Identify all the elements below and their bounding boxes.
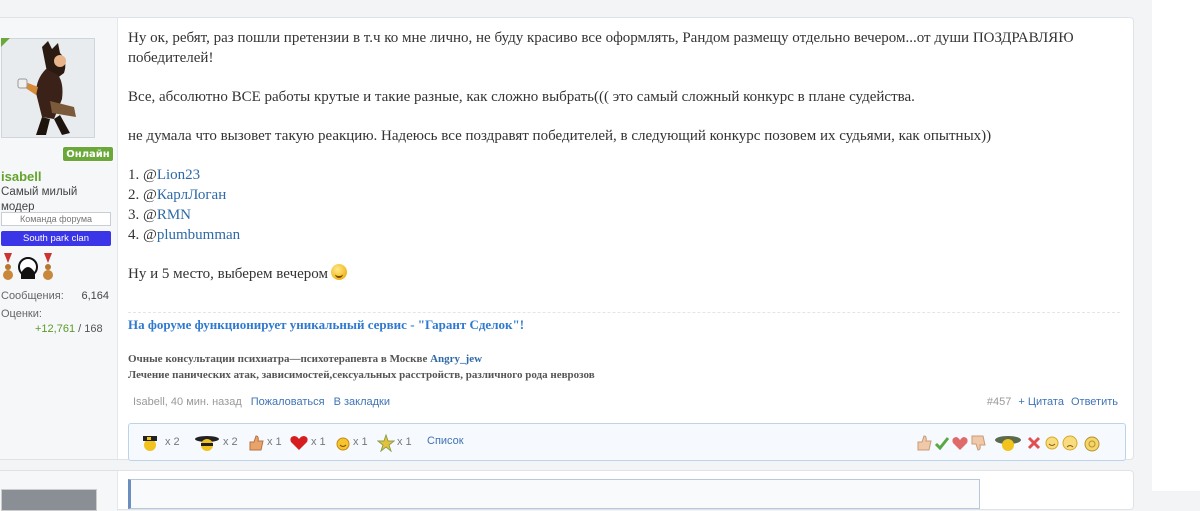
reactions-list-link[interactable]: Список — [427, 435, 464, 447]
online-badge: Онлайн — [62, 146, 114, 162]
star-icon — [376, 433, 396, 453]
clan-badge: South park clan — [1, 231, 111, 246]
heart-icon[interactable] — [951, 432, 969, 454]
smile-icon[interactable] — [1043, 432, 1061, 454]
signature-divider — [128, 312, 1120, 313]
post-actions: #457 + Цитата Ответить — [987, 396, 1118, 408]
stat-messages-value: 6,164 — [81, 290, 109, 302]
stat-ratings: Оценки: — [1, 308, 111, 320]
teddy-bear-medal-icon[interactable] — [1, 253, 15, 283]
reaction-star[interactable]: x 1 — [376, 433, 412, 453]
post-meta: Isabell, 40 мин. назад Пожаловаться В закл… — [133, 396, 390, 408]
stat-ratings-positive: +12,761 — [35, 323, 76, 335]
winner-item: 1. @Lion23 — [128, 167, 201, 183]
reactions-bar: x 2 x 2 x 1 x 1 x 1 x 1 Список — [128, 423, 1126, 461]
stat-messages: Сообщения: 6,164 — [1, 290, 111, 302]
user-medals — [1, 253, 113, 283]
like-icon[interactable] — [915, 432, 933, 454]
reaction-heart[interactable]: x 1 — [289, 434, 326, 452]
face-silhouette-medal-icon[interactable] — [17, 253, 39, 283]
laugh-smiley-icon — [336, 437, 350, 451]
team-badge: Команда форума — [1, 212, 111, 226]
reaction-police-smiley[interactable]: x 2 — [139, 434, 180, 452]
next-post-user-info — [0, 471, 118, 511]
post-paragraph: Все, абсолютно ВСЕ работы крутые и такие… — [128, 89, 915, 105]
post-message: Ну ок, ребят, раз пошли претензии в т.ч … — [128, 28, 1118, 284]
cap-smiley-icon[interactable] — [993, 432, 1023, 454]
reaction-picker — [915, 432, 1105, 454]
reaction-thumbs-up[interactable]: x 1 — [247, 434, 282, 452]
report-link[interactable]: Пожаловаться — [251, 396, 325, 408]
mention-link[interactable]: RMN — [157, 207, 191, 223]
avatar-image-icon — [2, 39, 94, 137]
winner-item: 4. @plumbumman — [128, 227, 241, 243]
heart-icon — [290, 436, 308, 450]
dislike-icon[interactable] — [969, 432, 987, 454]
user-title: Самый милый модер — [1, 186, 78, 213]
winner-item: 2. @КарлЛоган — [128, 187, 227, 203]
signature-mention[interactable]: Angry_jew — [430, 353, 482, 365]
bookmark-link[interactable]: В закладки — [334, 396, 390, 408]
forum-post: Онлайн isabell Самый милый модер Команда… — [0, 17, 1134, 461]
post-number[interactable]: #457 — [987, 396, 1011, 408]
username[interactable]: isabell — [1, 169, 41, 184]
cross-icon[interactable] — [1025, 432, 1043, 454]
post-paragraph: не думала что вызовет такую реакцию. Над… — [128, 128, 992, 144]
police-smiley-icon — [143, 436, 157, 451]
thumbs-up-icon — [249, 435, 264, 451]
stat-ratings-value: +12,761 / 168 — [35, 323, 103, 335]
signature-text: Очные консультации психиатра—психотерапе… — [128, 353, 595, 381]
mafia-smiley-icon — [195, 436, 219, 451]
teddy-bear-medal-icon[interactable] — [41, 253, 55, 283]
post-author-time[interactable]: Isabell, 40 мин. назад — [133, 396, 242, 408]
post-paragraph: Ну ок, ребят, раз пошли претензии в т.ч … — [128, 30, 1074, 66]
smile-icon — [331, 264, 347, 280]
user-avatar[interactable] — [1, 38, 95, 138]
mention-link[interactable]: КарлЛоган — [157, 187, 226, 203]
signature-link[interactable]: На форуме функционирует уникальный серви… — [128, 317, 524, 333]
check-icon[interactable] — [933, 432, 951, 454]
page-margin — [1152, 0, 1200, 491]
medal-icon[interactable] — [1083, 432, 1101, 454]
reply-link[interactable]: Ответить — [1071, 396, 1118, 408]
next-post-avatar[interactable] — [1, 489, 97, 511]
post-user-info: Онлайн isabell Самый милый модер Команда… — [0, 18, 118, 459]
stat-messages-label: Сообщения: — [1, 290, 64, 302]
quote-link[interactable]: + Цитата — [1018, 396, 1064, 408]
reaction-mafia-smiley[interactable]: x 2 — [193, 434, 238, 452]
next-forum-post — [0, 470, 1134, 511]
stat-ratings-rest: / 168 — [75, 323, 103, 335]
post-closing: Ну и 5 место, выберем вечером — [128, 264, 1118, 284]
winner-item: 3. @RMN — [128, 207, 192, 223]
reaction-laugh-smiley[interactable]: x 1 — [335, 434, 368, 452]
online-corner-marker — [1, 38, 10, 47]
mention-link[interactable]: plumbumman — [157, 227, 240, 243]
stat-ratings-label: Оценки: — [1, 308, 42, 320]
sad-icon[interactable] — [1061, 432, 1079, 454]
mention-link[interactable]: Lion23 — [157, 167, 200, 183]
next-post-quote — [128, 479, 980, 509]
